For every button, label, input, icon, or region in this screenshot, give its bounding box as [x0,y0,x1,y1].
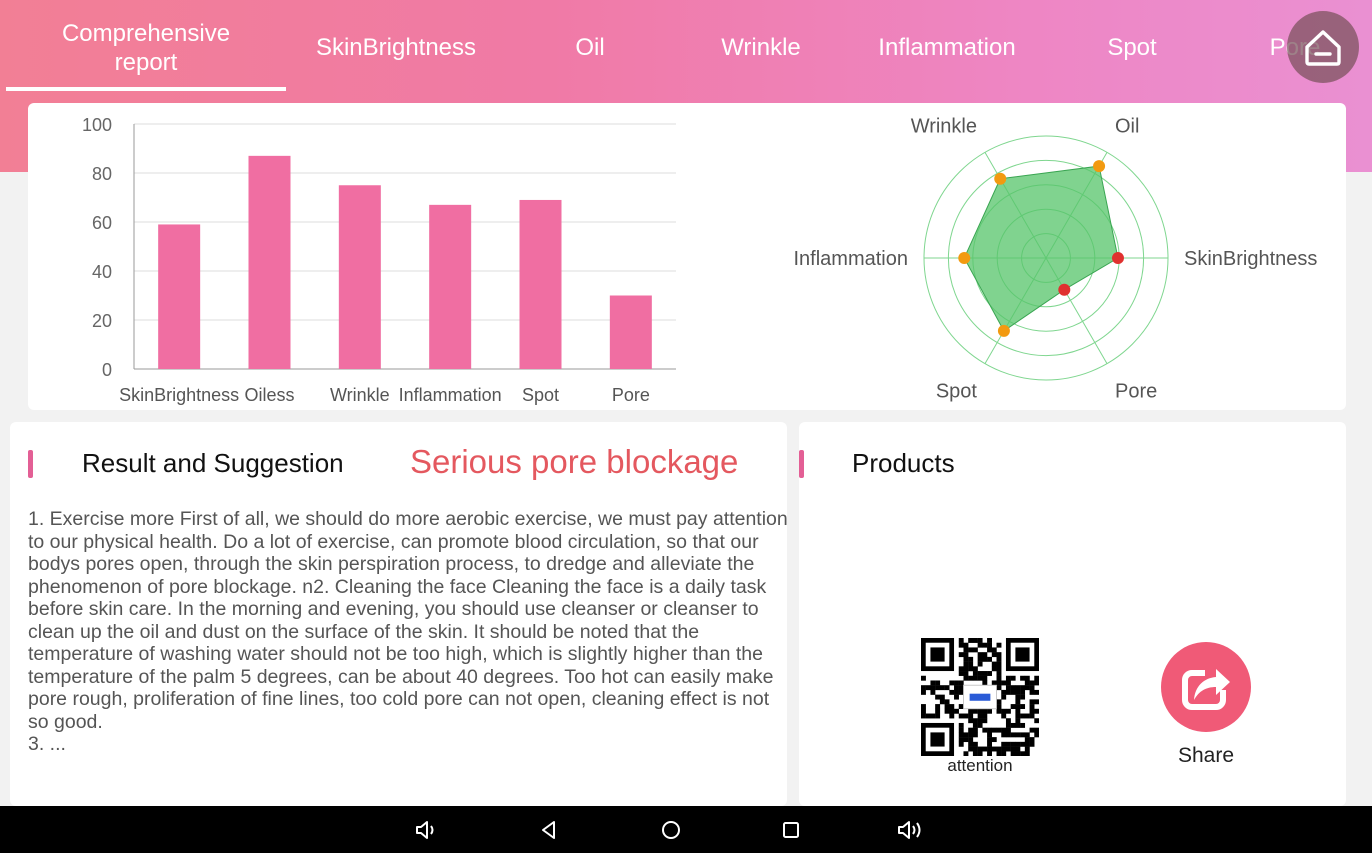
y-tick-label: 100 [82,115,112,135]
section-indicator [28,450,33,478]
tab-label: Inflammation [878,34,1016,61]
result-card: Result and Suggestion Serious pore block… [10,422,787,806]
system-navigation-bar [0,806,1372,853]
y-tick-label: 0 [102,360,112,380]
radar-point [958,252,971,264]
tab-label: Spot [1107,34,1157,61]
radar-point [1058,283,1071,296]
radar-point [997,324,1010,337]
share-label[interactable]: Share [1151,744,1261,768]
back-button[interactable] [533,814,565,846]
radar-axis-label: Oil [1115,115,1139,137]
back-icon [542,821,555,839]
tab-skinbrightness[interactable]: SkinBrightness [296,0,496,95]
products-card: Products attention Share [799,422,1346,806]
bar [338,185,381,369]
tab-label: SkinBrightness [315,34,477,61]
bar [429,204,472,369]
suggestion-text: 1. Exercise more First of all, we should… [28,508,787,756]
bar [248,155,291,369]
radar-axis-label: Spot [936,381,978,403]
volume-down-button[interactable] [410,814,442,846]
radar-point [1093,160,1106,173]
share-button[interactable] [1161,642,1251,732]
home-icon [1305,30,1341,66]
tab-comprehensive-report[interactable]: Comprehensive report [6,0,286,95]
home-nav-button[interactable] [655,814,687,846]
suggestion-paragraph: 1. Exercise more First of all, we should… [28,508,787,733]
y-tick-label: 60 [92,213,112,233]
radar-axis-label: Inflammation [794,248,909,270]
recents-icon [783,822,799,838]
bar-chart: 0 20 40 60 80 100 SkinBrightness Oiless Wrinkle I… [82,115,676,405]
y-tick-label: 80 [92,164,112,184]
x-tick-label: Pore [612,385,650,405]
tab-wrinkle[interactable]: Wrinkle [705,0,817,95]
home-button[interactable] [1287,11,1359,83]
share-icon [1182,664,1231,710]
radar-axis-label: Pore [1115,381,1157,403]
section-indicator [799,450,804,478]
result-title: Result and Suggestion [82,448,344,478]
tab-label: report [114,48,178,76]
bar [609,295,652,369]
tab-inflammation[interactable]: Inflammation [858,0,1036,95]
x-tick-label: Inflammation [399,385,502,405]
active-tab-underline [6,87,286,91]
chart-card: 0 20 40 60 80 100 SkinBrightness Oiless Wrinkle I… [28,103,1346,410]
tab-spot[interactable]: Spot [1090,0,1174,95]
recents-button[interactable] [775,814,807,846]
tab-label: Wrinkle [721,34,801,61]
y-tick-label: 40 [92,262,112,282]
qr-label: attention [947,756,1013,775]
products-title: Products [852,448,955,478]
tab-bar: Comprehensive report SkinBrightness Oil … [0,0,1372,95]
radar-chart: SkinBrightness Oil Wrinkle Inflammation Spot… [794,115,1318,403]
home-circle-icon [662,821,680,839]
tab-label: Oil [575,34,605,61]
tab-oil[interactable]: Oil [540,0,640,95]
volume-up-button[interactable] [895,814,927,846]
y-tick-label: 20 [92,311,112,331]
volume-up-icon [898,821,921,839]
suggestion-cut-line: 3. ... [28,733,66,755]
volume-down-icon [416,821,434,839]
bar [519,199,562,369]
bar [158,224,201,369]
x-tick-label: Oiless [244,385,294,405]
radar-axis-label: SkinBrightness [1184,248,1317,270]
radar-point [994,172,1007,185]
qr-code[interactable] [921,638,1039,756]
radar-point [1111,252,1124,264]
tab-label: Comprehensive [61,19,231,47]
radar-axis-label: Wrinkle [911,115,977,137]
x-tick-label: Spot [522,385,559,405]
result-status: Serious pore blockage [410,443,739,480]
x-tick-label: SkinBrightness [119,385,239,405]
x-tick-label: Wrinkle [330,385,390,405]
